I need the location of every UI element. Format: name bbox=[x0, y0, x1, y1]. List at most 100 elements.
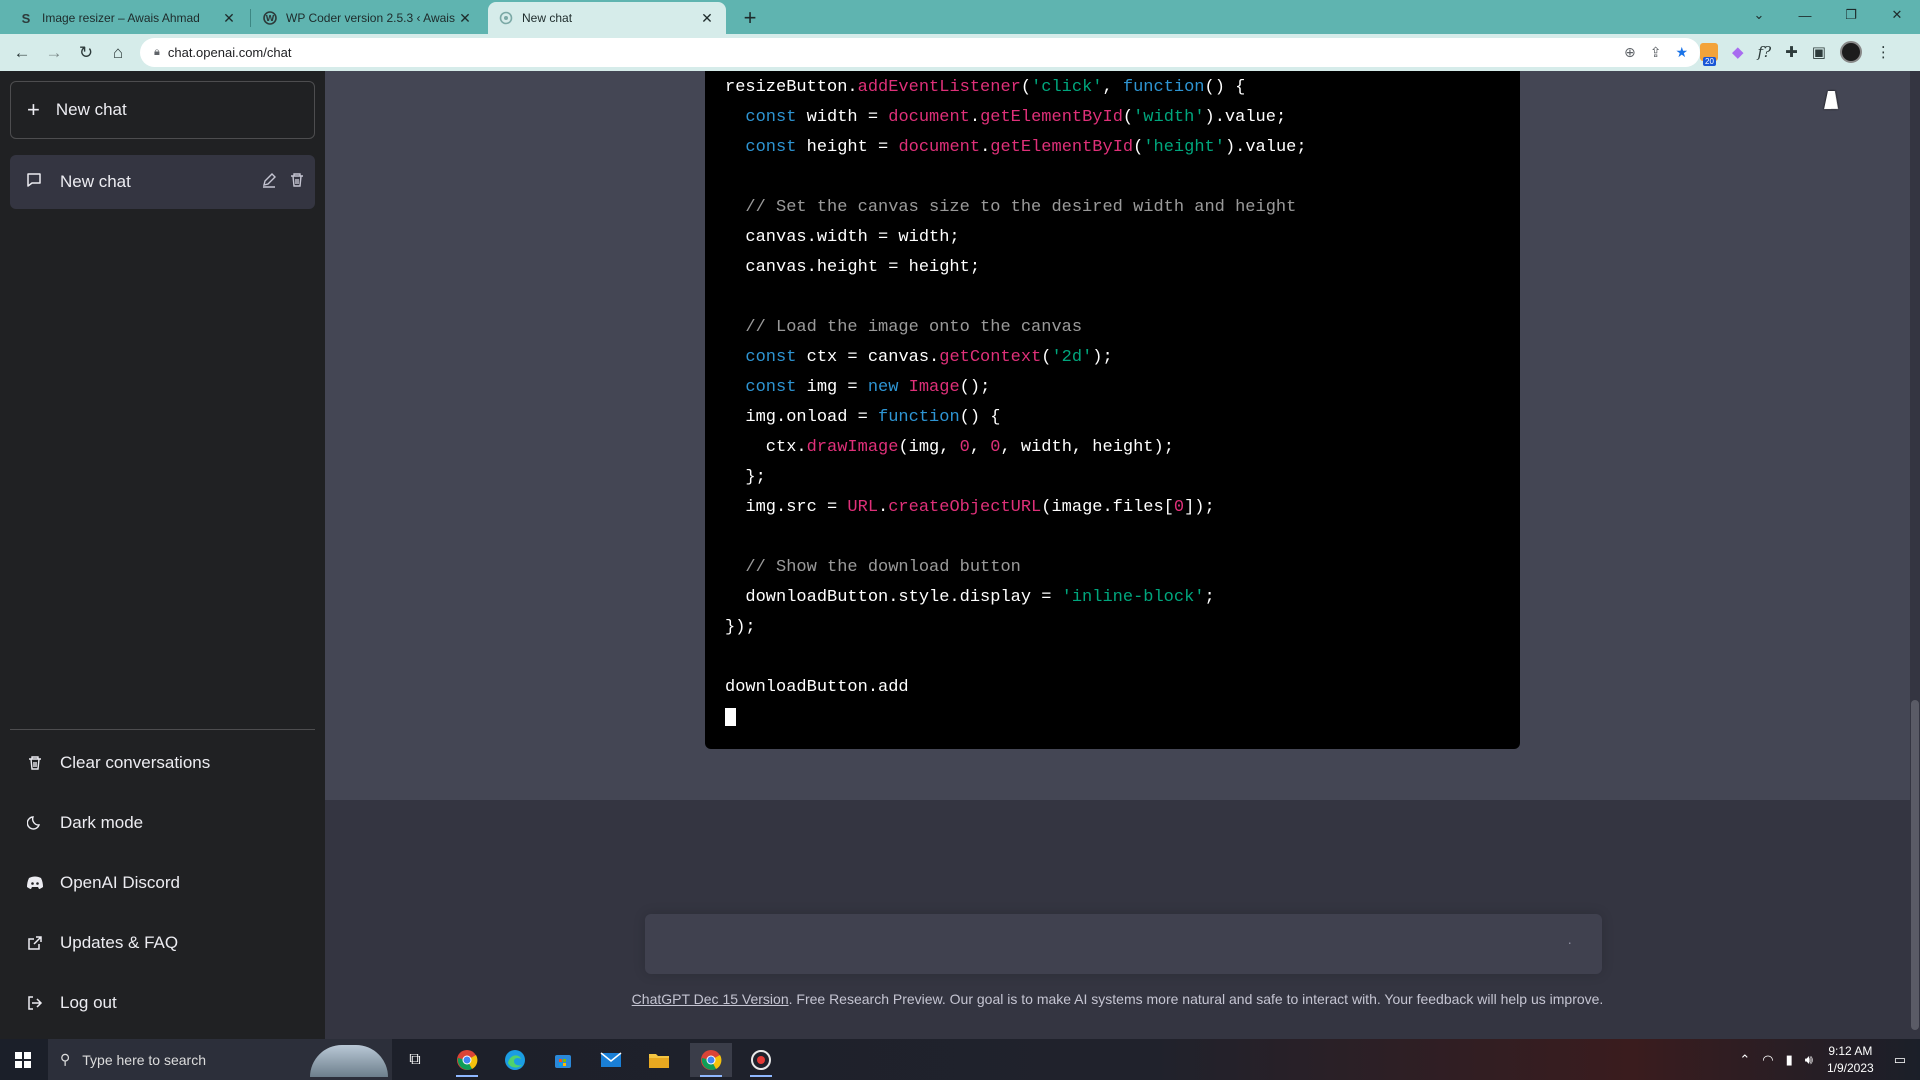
chrome-icon[interactable] bbox=[446, 1043, 488, 1077]
code-token: }); bbox=[725, 618, 756, 637]
puzzle-extensions-icon[interactable]: ✚ bbox=[1785, 43, 1798, 61]
code-token: // Set the canvas size to the desired wi… bbox=[725, 198, 1297, 217]
browser-tab-strip: S Image resizer – Awais Ahmad ✕ W WP Cod… bbox=[0, 0, 1920, 34]
side-panel-icon[interactable]: ▣ bbox=[1812, 43, 1826, 61]
edge-icon[interactable] bbox=[494, 1043, 536, 1077]
code-token: width = bbox=[796, 108, 889, 127]
code-token: ]); bbox=[1184, 498, 1215, 517]
minimize-button[interactable]: ― bbox=[1782, 0, 1828, 30]
site-favicon-icon: S bbox=[21, 10, 31, 26]
code-token: ( bbox=[1020, 78, 1032, 97]
new-chat-button[interactable]: + New chat bbox=[10, 81, 315, 139]
code-line: resizeButton.addEventListener('click', f… bbox=[725, 73, 1307, 103]
sidebar-link-label: Log out bbox=[60, 993, 117, 1012]
message-input[interactable]: · bbox=[645, 914, 1602, 974]
code-token: ( bbox=[1122, 108, 1134, 127]
notifications-icon[interactable]: ▭ bbox=[1894, 1052, 1906, 1068]
wifi-icon[interactable]: ◠ bbox=[1762, 1052, 1773, 1068]
code-line: }; bbox=[725, 463, 1307, 493]
sidebar-link-label: OpenAI Discord bbox=[60, 873, 180, 892]
code-token: () { bbox=[959, 408, 1001, 427]
profile-avatar[interactable] bbox=[1839, 41, 1862, 63]
share-icon[interactable]: ⇪ bbox=[1650, 44, 1662, 61]
typing-indicator: · bbox=[1567, 934, 1572, 950]
close-tab-icon[interactable]: ✕ bbox=[698, 10, 716, 27]
version-link[interactable]: ChatGPT Dec 15 Version bbox=[632, 991, 789, 1007]
new-chat-label: New chat bbox=[55, 100, 127, 119]
code-line: img.onload = function() { bbox=[725, 403, 1307, 433]
close-window-button[interactable]: ✕ bbox=[1874, 0, 1920, 30]
browser-tab-new-chat[interactable]: New chat ✕ bbox=[488, 2, 726, 34]
code-token: function bbox=[878, 408, 960, 427]
home-icon[interactable]: ⌂ bbox=[102, 38, 134, 68]
screen-recorder-icon[interactable] bbox=[740, 1043, 782, 1077]
clock-date: 1/9/2023 bbox=[1826, 1060, 1874, 1075]
code-token: . bbox=[969, 108, 981, 127]
tab-title: WP Coder version 2.5.3 ‹ Awais A bbox=[286, 11, 456, 25]
code-token: 'inline-block' bbox=[1061, 588, 1205, 607]
battery-icon[interactable]: ▮ bbox=[1786, 1052, 1793, 1068]
tab-separator bbox=[250, 9, 251, 27]
microsoft-store-icon[interactable] bbox=[542, 1043, 584, 1077]
zoom-icon[interactable]: ⊕ bbox=[1624, 44, 1636, 61]
taskbar-search-box[interactable]: ⚲ Type here to search bbox=[48, 1039, 392, 1080]
browser-tab-wp-coder[interactable]: W WP Coder version 2.5.3 ‹ Awais A ✕ bbox=[252, 2, 484, 34]
extension-gradient-icon[interactable]: ◆ bbox=[1732, 43, 1744, 61]
restore-button[interactable]: ❐ bbox=[1828, 0, 1874, 30]
tab-search-chevron-icon[interactable]: ⌄ bbox=[1736, 0, 1782, 30]
formula-extension-icon[interactable]: f? bbox=[1758, 43, 1772, 61]
log-out-button[interactable]: Log out bbox=[10, 979, 315, 1027]
mail-icon[interactable] bbox=[590, 1043, 632, 1077]
code-line: canvas.height = height; bbox=[725, 253, 1307, 283]
windows-taskbar: ⚲ Type here to search ⧉ ⌃ ◠ ▮ 🔊︎ 9:12 AM… bbox=[0, 1039, 1920, 1080]
code-token: ( bbox=[1133, 138, 1144, 157]
reload-icon[interactable]: ↻ bbox=[70, 38, 102, 68]
conversation-item[interactable]: New chat bbox=[10, 155, 315, 209]
extension-icon[interactable]: 20 bbox=[1700, 43, 1718, 66]
task-view-icon[interactable]: ⧉ bbox=[394, 1043, 436, 1077]
openai-discord-link[interactable]: OpenAI Discord bbox=[10, 859, 315, 907]
new-tab-button[interactable]: + bbox=[736, 4, 764, 32]
dark-mode-button[interactable]: Dark mode bbox=[10, 799, 315, 847]
bookmark-star-icon[interactable]: ★ bbox=[1675, 44, 1688, 61]
chevron-up-icon[interactable]: ⌃ bbox=[1739, 1052, 1750, 1068]
back-arrow-icon[interactable]: ← bbox=[6, 38, 38, 68]
address-bar[interactable]: 🔒︎ chat.openai.com/chat ⊕ ⇪ ★ bbox=[140, 38, 1700, 67]
footer-disclaimer: ChatGPT Dec 15 Version. Free Research Pr… bbox=[325, 991, 1910, 1007]
running-indicator bbox=[750, 1075, 772, 1077]
browser-tab-image-resizer[interactable]: S Image resizer – Awais Ahmad ✕ bbox=[8, 2, 248, 34]
lock-icon: 🔒︎ bbox=[154, 46, 160, 58]
footer-note-text: . Free Research Preview. Our goal is to … bbox=[788, 991, 1604, 1007]
clock[interactable]: 9:12 AM 1/9/2023 bbox=[1827, 1043, 1874, 1077]
conversation-title: New chat bbox=[60, 172, 131, 191]
windows-logo-icon bbox=[15, 1051, 31, 1068]
forward-arrow-icon[interactable]: → bbox=[38, 38, 70, 68]
menu-kebab-icon[interactable]: ⋮ bbox=[1876, 43, 1891, 61]
code-token: img = bbox=[796, 378, 868, 397]
chrome-active-window-icon[interactable] bbox=[690, 1043, 732, 1077]
clear-conversations-button[interactable]: Clear conversations bbox=[10, 739, 315, 787]
windows-start-button[interactable] bbox=[0, 1039, 46, 1080]
code-token: document bbox=[888, 108, 970, 127]
trash-icon[interactable] bbox=[289, 172, 305, 193]
code-token: function bbox=[1122, 78, 1205, 97]
file-explorer-icon[interactable] bbox=[638, 1043, 680, 1077]
volume-icon[interactable]: 🔊︎ bbox=[1805, 1052, 1813, 1068]
code-token: getElementById bbox=[980, 108, 1123, 127]
plus-icon: + bbox=[27, 97, 40, 122]
code-token: 0 bbox=[959, 438, 970, 457]
code-token: (img, bbox=[898, 438, 960, 457]
close-tab-icon[interactable]: ✕ bbox=[456, 10, 474, 27]
close-tab-icon[interactable]: ✕ bbox=[220, 10, 238, 27]
code-line: const img = new Image(); bbox=[725, 373, 1307, 403]
code-line: // Show the download button bbox=[725, 553, 1307, 583]
scrollbar-thumb[interactable] bbox=[1911, 700, 1919, 1030]
updates-faq-link[interactable]: Updates & FAQ bbox=[10, 919, 315, 967]
code-token: const bbox=[745, 378, 797, 397]
code-token: const bbox=[745, 108, 797, 127]
edit-pencil-icon[interactable] bbox=[261, 172, 277, 193]
